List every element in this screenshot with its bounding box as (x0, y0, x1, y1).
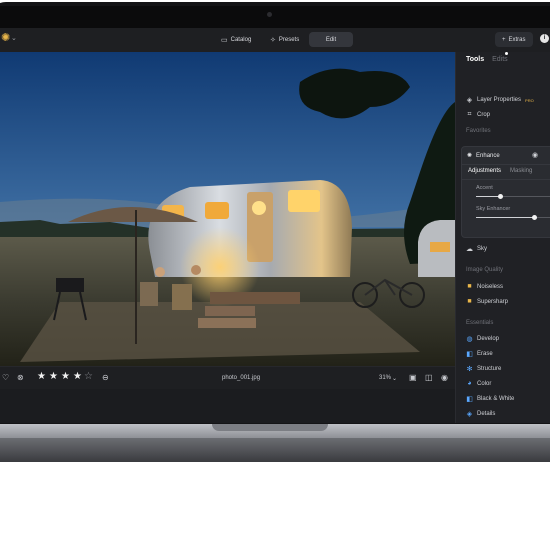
enhance-icon: ✺ (467, 153, 473, 159)
details-icon: ◈ (466, 411, 473, 418)
rating-star-5[interactable]: ☆ (84, 372, 93, 382)
tab-edits[interactable]: Edits (492, 56, 508, 63)
enhance-label: Enhance (476, 152, 500, 159)
develop-item[interactable]: ◍ Develop (466, 335, 499, 343)
sky-item[interactable]: ☁ Sky (466, 245, 487, 253)
sun-logo-icon[interactable]: ✺ (1, 33, 10, 44)
noiseless-icon: ■ (467, 283, 472, 290)
accent-slider-knob[interactable] (498, 194, 503, 199)
bottom-toolbar: ♡ ⊗ ★ ★ ★ ★ ☆ ⊖ photo_001.jpg 31% ⌄ ▣ ◫ … (0, 366, 455, 389)
structure-item[interactable]: ✻ Structure (466, 365, 502, 373)
supersharp-icon: ■ (467, 298, 472, 305)
tab-adjustments[interactable]: Adjustments (468, 168, 501, 174)
notification-dot (505, 52, 508, 55)
sky-enhancer-slider[interactable] (476, 215, 550, 220)
edit-label: Edit (325, 36, 337, 43)
details-label: Details (477, 411, 496, 417)
erase-item[interactable]: ◧ Erase (466, 350, 493, 358)
details-item[interactable]: ◈ Details (466, 410, 496, 418)
clear-rating-icon[interactable]: ⊖ (102, 373, 109, 382)
develop-icon: ◍ (466, 336, 473, 343)
chevron-down-icon[interactable]: ⌄ (11, 34, 17, 42)
edit-button[interactable]: Edit (309, 32, 353, 47)
panel-tabs: Tools Edits (466, 56, 514, 63)
photo-image (0, 52, 455, 366)
top-toolbar: ✺ ⌄ ▭ Catalog ✧ Presets Edit + Extras i (0, 28, 550, 53)
cloud-icon: ☁ (466, 246, 473, 253)
extras-label: Extras (508, 36, 526, 43)
crop-label: Crop (477, 112, 491, 118)
black-white-label: Black & White (477, 396, 515, 402)
tab-tools[interactable]: Tools (466, 56, 484, 63)
pro-badge: PRO (525, 97, 534, 103)
tools-panel: Tools Edits ◈ Layer Properties PRO ⌗ Cro… (455, 52, 550, 423)
catalog-button[interactable]: ▭ Catalog (214, 32, 258, 47)
structure-icon: ✻ (466, 366, 473, 373)
rating-star-1[interactable]: ★ (37, 372, 46, 382)
layers-icon: ◈ (466, 97, 473, 104)
layer-properties-label: Layer Properties (477, 97, 522, 103)
develop-label: Develop (477, 336, 500, 342)
rating-star-3[interactable]: ★ (61, 372, 70, 382)
tab-masking[interactable]: Masking (510, 168, 532, 174)
compare-icon[interactable]: ◫ (425, 373, 433, 382)
enhance-subtabs: Adjustments Masking (462, 164, 550, 180)
laptop-notch (212, 424, 328, 431)
presets-icon: ✧ (270, 36, 276, 44)
erase-icon: ◧ (466, 351, 473, 358)
favorites-heading: Favorites (466, 128, 491, 134)
camera-icon (267, 12, 272, 17)
black-white-icon: ◧ (466, 396, 473, 403)
supersharp-item[interactable]: ■ Supersharp (466, 298, 508, 305)
image-quality-heading: Image Quality (466, 267, 504, 273)
noiseless-item[interactable]: ■ Noiseless (466, 283, 503, 290)
essentials-heading: Essentials (466, 320, 494, 326)
bezel-top (0, 6, 550, 28)
rating-star-4[interactable]: ★ (73, 372, 82, 382)
enhance-card[interactable]: ✺ Enhance ◉ Adjustments Masking Accent S… (461, 146, 550, 238)
crop-item[interactable]: ⌗ Crop (466, 111, 491, 119)
laptop-base-underside (0, 438, 550, 462)
photo-canvas[interactable] (0, 52, 455, 366)
info-icon[interactable]: i (540, 34, 549, 43)
reject-icon[interactable]: ⊗ (17, 373, 24, 382)
rating-star-2[interactable]: ★ (49, 372, 58, 382)
app-window: ✺ ⌄ ▭ Catalog ✧ Presets Edit + Extras i (0, 28, 550, 423)
heart-icon[interactable]: ♡ (2, 373, 9, 382)
plus-icon: + (502, 36, 506, 43)
chevron-down-icon[interactable]: ⌄ (392, 375, 397, 384)
erase-label: Erase (477, 351, 493, 357)
crop-icon: ⌗ (467, 111, 472, 118)
accent-slider[interactable] (476, 194, 550, 199)
color-label: Color (477, 380, 492, 387)
noiseless-label: Noiseless (477, 283, 504, 290)
catalog-label: Catalog (230, 36, 252, 43)
histogram-icon[interactable]: ▣ (409, 373, 417, 382)
sky-enhancer-slider-label: Sky Enhancer (476, 206, 511, 212)
presets-button[interactable]: ✧ Presets (263, 32, 306, 47)
extras-button[interactable]: + Extras (495, 32, 533, 47)
color-icon: ◕ (467, 380, 472, 387)
color-item[interactable]: ◕ Color (466, 380, 491, 387)
zoom-level[interactable]: 31% (379, 375, 391, 381)
file-name: photo_001.jpg (222, 375, 261, 381)
enhance-header[interactable]: ✺ Enhance (467, 152, 500, 160)
presets-label: Presets (278, 36, 300, 43)
supersharp-label: Supersharp (477, 298, 509, 305)
structure-label: Structure (477, 366, 502, 372)
black-white-item[interactable]: ◧ Black & White (466, 395, 514, 403)
sky-enhancer-slider-knob[interactable] (531, 215, 537, 220)
accent-slider-label: Accent (476, 185, 493, 191)
layer-properties-item[interactable]: ◈ Layer Properties PRO (466, 96, 534, 104)
folder-icon: ▭ (221, 36, 228, 44)
eye-icon[interactable]: ◉ (532, 151, 538, 159)
sky-label: Sky (477, 246, 488, 252)
eye-icon[interactable]: ◉ (441, 373, 448, 382)
